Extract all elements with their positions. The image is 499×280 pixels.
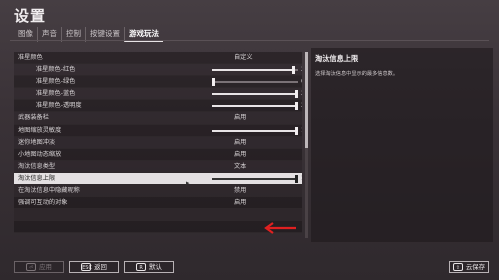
setting-value[interactable]: 文本: [234, 161, 246, 173]
slider-value: 10: [301, 125, 302, 137]
setting-value[interactable]: 启用: [234, 197, 246, 209]
setting-label: 准星颜色-红色: [36, 66, 76, 74]
setting-label: 强调可互动的对象: [18, 199, 68, 207]
slider-knob[interactable]: [295, 90, 298, 99]
slider[interactable]: [212, 90, 298, 99]
setting-row-crosshair-opacity[interactable]: 准星颜色-透明度 255: [14, 100, 302, 113]
slider[interactable]: [212, 78, 298, 87]
setting-value[interactable]: 启用: [234, 149, 246, 161]
slider-value: 255: [301, 64, 302, 76]
setting-label: 准星颜色-透明度: [36, 102, 82, 110]
apply-label: 应用: [39, 263, 52, 271]
setting-label: 准星颜色-绿色: [36, 78, 76, 86]
setting-label: 武器装备栏: [18, 114, 49, 122]
footer-bar: ⏎ 应用 ESC 返回 R 默认 ⇧ 云保存: [0, 255, 499, 280]
shift-key-icon: ⇧: [452, 263, 463, 271]
apply-button[interactable]: ⏎ 应用: [14, 261, 64, 273]
setting-value[interactable]: 自定义: [234, 52, 253, 64]
slider-knob[interactable]: [295, 126, 298, 135]
setting-row-crosshair-color[interactable]: 准星颜色 自定义: [14, 52, 302, 65]
slider-value: 0: [301, 76, 302, 88]
setting-row-hide-names-killfeed[interactable]: 在淘汰信息中隐藏昵称 禁用: [14, 185, 302, 198]
setting-row-crosshair-green[interactable]: 准星颜色-绿色 0: [14, 76, 302, 89]
cloud-save-label: 云保存: [465, 263, 486, 271]
setting-value[interactable]: 启用: [234, 137, 246, 149]
slider[interactable]: [212, 66, 298, 75]
scrollbar-thumb[interactable]: [305, 52, 308, 148]
esc-key-icon: ESC: [81, 263, 92, 271]
setting-label: 在淘汰信息中隐藏昵称: [18, 187, 80, 195]
slider[interactable]: [212, 126, 298, 135]
page-title: 设置: [14, 7, 47, 25]
cloud-save-button[interactable]: ⇧ 云保存: [449, 261, 489, 273]
setting-row-empty: [14, 209, 302, 222]
default-label: 默认: [149, 263, 162, 271]
setting-row-map-zoom-sensitivity[interactable]: 地图缩放灵敏度 10: [14, 124, 302, 137]
setting-label: 小地图动态缩放: [18, 150, 62, 158]
setting-row-empty: [14, 221, 302, 234]
setting-label: 地图缩放灵敏度: [18, 126, 62, 134]
r-key-icon: R: [136, 263, 147, 271]
setting-row-minimap-fade[interactable]: 迷你地图冲淡 启用: [14, 136, 302, 149]
setting-value[interactable]: 启用: [234, 112, 246, 124]
slider-value: 255: [301, 88, 302, 100]
enter-key-icon: ⏎: [26, 263, 37, 271]
slider[interactable]: [212, 174, 298, 183]
default-button[interactable]: R 默认: [124, 261, 174, 273]
setting-row-killfeed-type[interactable]: 淘汰信息类型 文本: [14, 160, 302, 173]
setting-label: 准星颜色-蓝色: [36, 90, 76, 98]
setting-label: 淘汰信息上限: [18, 174, 56, 182]
settings-list: 准星颜色 自定义 准星颜色-红色 255 准星颜色-绿色 0 准星颜色-蓝色 2…: [14, 52, 302, 238]
back-label: 返回: [94, 263, 107, 271]
slider-value: 10: [301, 173, 302, 185]
setting-row-minimap-dynamic-zoom[interactable]: 小地图动态缩放 启用: [14, 148, 302, 161]
settings-scrollbar[interactable]: [305, 52, 308, 238]
setting-label: 迷你地图冲淡: [18, 138, 56, 146]
setting-label: 准星颜色: [18, 54, 43, 61]
detail-panel: 淘汰信息上限 选择淘汰信息中显示的最多信息数。: [311, 48, 493, 242]
slider[interactable]: [212, 102, 298, 111]
setting-row-crosshair-blue[interactable]: 准星颜色-蓝色 255: [14, 88, 302, 101]
setting-row-crosshair-red[interactable]: 准星颜色-红色 255: [14, 64, 302, 77]
back-button[interactable]: ESC 返回: [69, 261, 119, 273]
annotation-arrow-icon: [264, 222, 296, 234]
slider-knob[interactable]: [295, 174, 298, 183]
detail-description: 选择淘汰信息中显示的最多信息数。: [315, 71, 399, 77]
tab-divider: [10, 40, 489, 41]
setting-row-weapon-bar[interactable]: 武器装备栏 启用: [14, 112, 302, 125]
slider-knob[interactable]: [212, 78, 215, 87]
setting-value[interactable]: 禁用: [234, 185, 246, 197]
detail-title: 淘汰信息上限: [315, 54, 359, 63]
setting-row-highlight-interactables[interactable]: 强调可互动的对象 启用: [14, 197, 302, 210]
slider-value: 255: [301, 100, 302, 112]
setting-label: 淘汰信息类型: [18, 162, 56, 170]
setting-row-killfeed-limit[interactable]: 淘汰信息上限 ▸ 10: [14, 172, 302, 187]
slider-knob[interactable]: [292, 66, 296, 75]
slider-knob[interactable]: [295, 102, 298, 111]
